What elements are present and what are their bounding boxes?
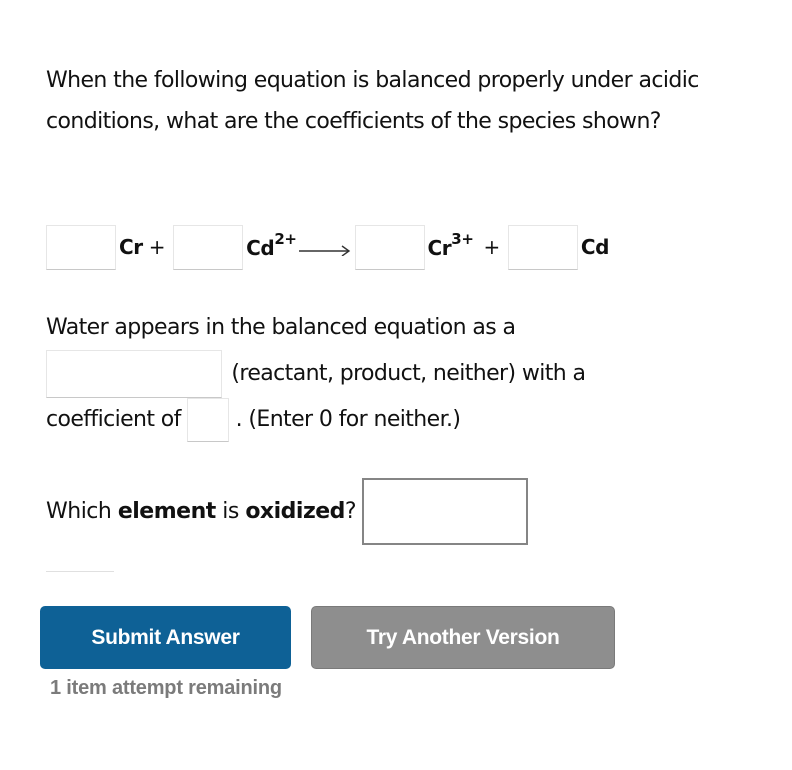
coefficient-input-cd2plus[interactable] <box>173 224 244 270</box>
attempts-remaining: 1 item attempt remaining <box>50 677 282 699</box>
species-cd: Cd <box>580 235 610 259</box>
species-cr: Cr <box>119 235 143 259</box>
chemical-equation: Cr + Cd2+ Cr3+ + Cd <box>46 224 609 270</box>
coefficient-input-cd-product[interactable] <box>507 224 578 270</box>
question-prompt: When the following equation is balanced … <box>46 68 699 134</box>
oxidized-prompt: Which element is oxidized? <box>46 499 357 524</box>
water-hint-text: . (Enter 0 for neither.) <box>235 407 461 432</box>
water-question: Water appears in the balanced equation a… <box>46 306 686 442</box>
water-options-text: (reactant, product, neither) with a <box>231 361 586 386</box>
reaction-arrow-icon <box>298 245 350 256</box>
water-coef-label: coefficient of <box>46 407 181 432</box>
species-cr3plus: Cr3+ <box>427 229 474 261</box>
plus-sign: + <box>148 235 166 259</box>
species-cd2plus: Cd2+ <box>246 229 297 261</box>
water-role-input[interactable] <box>46 350 222 398</box>
oxidized-element-input[interactable] <box>362 478 529 545</box>
coefficient-input-cr3plus[interactable] <box>354 224 425 270</box>
water-lead-text: Water appears in the balanced equation a… <box>46 315 516 340</box>
oxidized-question: Which element is oxidized? <box>46 478 529 545</box>
try-another-version-button[interactable]: Try Another Version <box>311 606 615 669</box>
plus-sign: + <box>483 235 501 259</box>
water-coefficient-input[interactable] <box>187 398 230 442</box>
submit-answer-button[interactable]: Submit Answer <box>40 606 291 669</box>
divider <box>46 571 114 572</box>
coefficient-input-cr-reactant[interactable] <box>46 224 116 270</box>
